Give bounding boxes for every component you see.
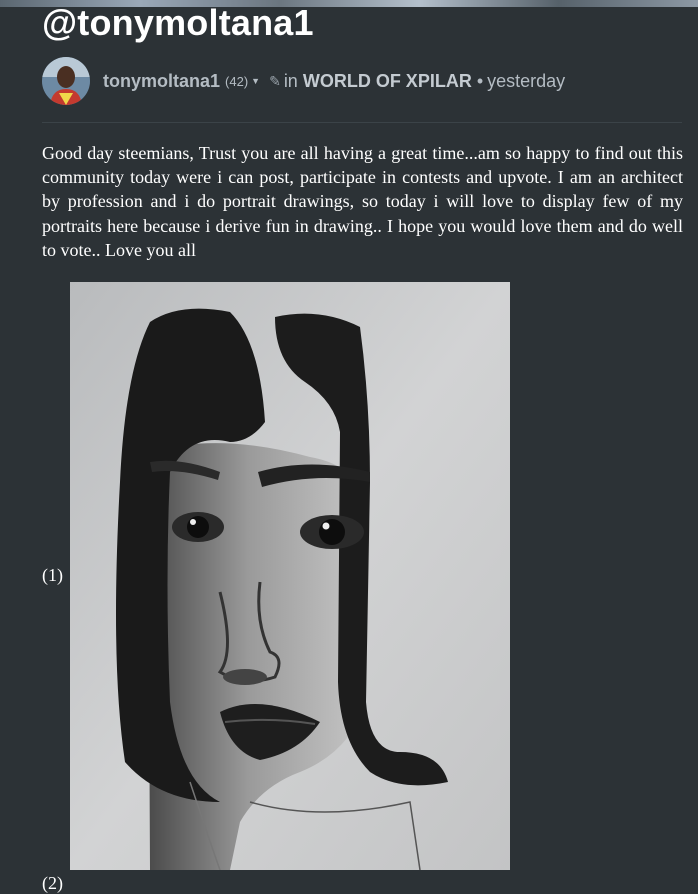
chevron-down-icon[interactable]: ▼	[251, 76, 260, 86]
separator-dot: •	[476, 70, 484, 91]
in-label: in	[283, 70, 298, 91]
author-avatar[interactable]	[42, 57, 90, 105]
post-title: @tonymoltana1	[42, 2, 314, 43]
portrait-image-1[interactable]	[70, 282, 510, 871]
author-reputation: (42)	[225, 73, 249, 89]
avatar-image	[42, 57, 90, 105]
post-byline: tonymoltana1 (42) ▼ ✎ in WORLD OF XPILAR…	[42, 57, 565, 105]
header-divider	[42, 122, 682, 123]
author-name[interactable]: tonymoltana1	[103, 71, 220, 92]
portrait-label-2: (2)	[42, 873, 63, 893]
post-body: Good day steemians, Trust you are all ha…	[42, 143, 683, 260]
portrait-label-1: (1)	[42, 565, 63, 585]
pencil-icon: ✎	[269, 72, 281, 89]
community-link[interactable]: WORLD OF XPILAR	[303, 71, 472, 92]
post-time[interactable]: yesterday	[487, 71, 565, 92]
portrait-drawing	[70, 282, 510, 871]
